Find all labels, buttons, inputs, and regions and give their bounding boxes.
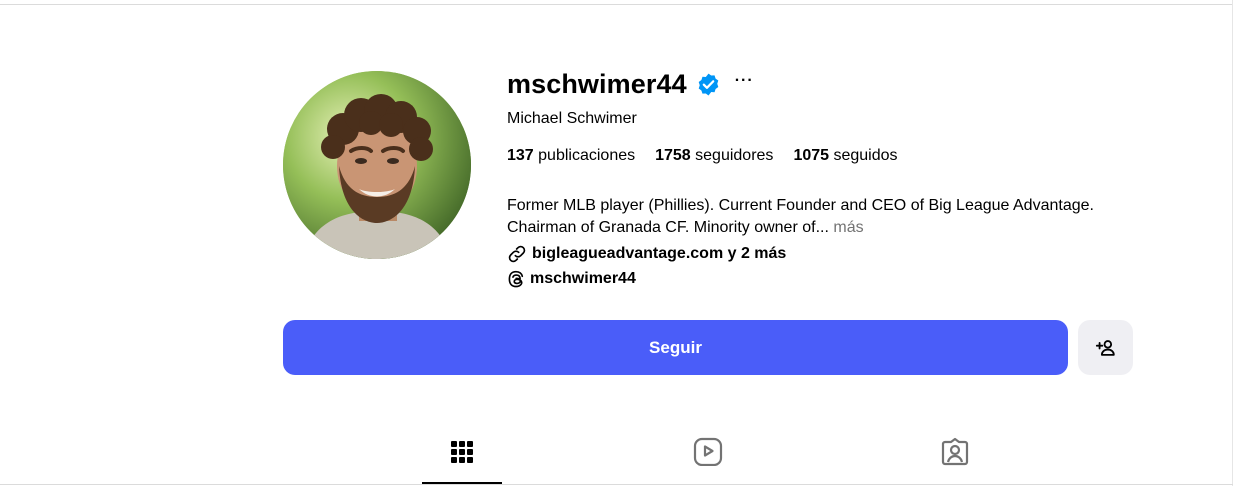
threads-link[interactable]: mschwimer44 [507, 270, 636, 288]
profile-avatar[interactable] [283, 71, 471, 259]
add-user-icon [1095, 339, 1115, 356]
bio-line-1: Former MLB player (Phillies). Current Fo… [507, 197, 1094, 214]
tab-reels[interactable] [668, 436, 748, 484]
profile-full-name: Michael Schwimer [507, 110, 637, 127]
profile-stats: 137 publicaciones 1758 seguidores 1075 s… [507, 147, 898, 165]
threads-icon [508, 270, 524, 288]
suggested-accounts-button[interactable] [1078, 320, 1133, 375]
profile-bio: Former MLB player (Phillies). Current Fo… [507, 195, 1147, 239]
reels-icon [693, 437, 723, 466]
more-options-icon[interactable]: ··· [735, 73, 754, 95]
verified-badge-icon [696, 72, 721, 97]
tagged-icon [941, 437, 969, 466]
grid-icon [451, 441, 473, 463]
username-row: mschwimer44 ··· [507, 66, 754, 102]
profile-external-link[interactable]: bigleagueadvantage.com y 2 más [507, 244, 786, 264]
following-count[interactable]: 1075 seguidos [793, 147, 897, 165]
avatar-photo [283, 71, 471, 259]
profile-username: mschwimer44 [507, 68, 687, 99]
follow-button[interactable]: Seguir [283, 320, 1068, 375]
link-icon [508, 245, 526, 263]
followers-count[interactable]: 1758 seguidores [655, 147, 773, 165]
posts-count-label: publicaciones [538, 147, 636, 164]
bio-more-link[interactable]: más [833, 219, 863, 236]
link-text: bigleagueadvantage.com y 2 más [532, 245, 787, 262]
tab-posts[interactable] [422, 436, 502, 484]
threads-handle: mschwimer44 [530, 270, 636, 287]
followers-count-label: seguidores [695, 147, 774, 164]
followers-count-value: 1758 [655, 147, 691, 164]
top-divider [0, 4, 1233, 5]
bio-line-2-text: Chairman of Granada CF. Minority owner o… [507, 219, 829, 236]
tab-tagged[interactable] [915, 436, 995, 484]
bio-line-2: Chairman of Granada CF. Minority owner o… [507, 217, 1147, 239]
tabs-divider [0, 484, 1233, 485]
posts-count-value: 137 [507, 147, 534, 164]
posts-count: 137 publicaciones [507, 147, 635, 165]
following-count-label: seguidos [833, 147, 898, 164]
following-count-value: 1075 [793, 147, 830, 164]
